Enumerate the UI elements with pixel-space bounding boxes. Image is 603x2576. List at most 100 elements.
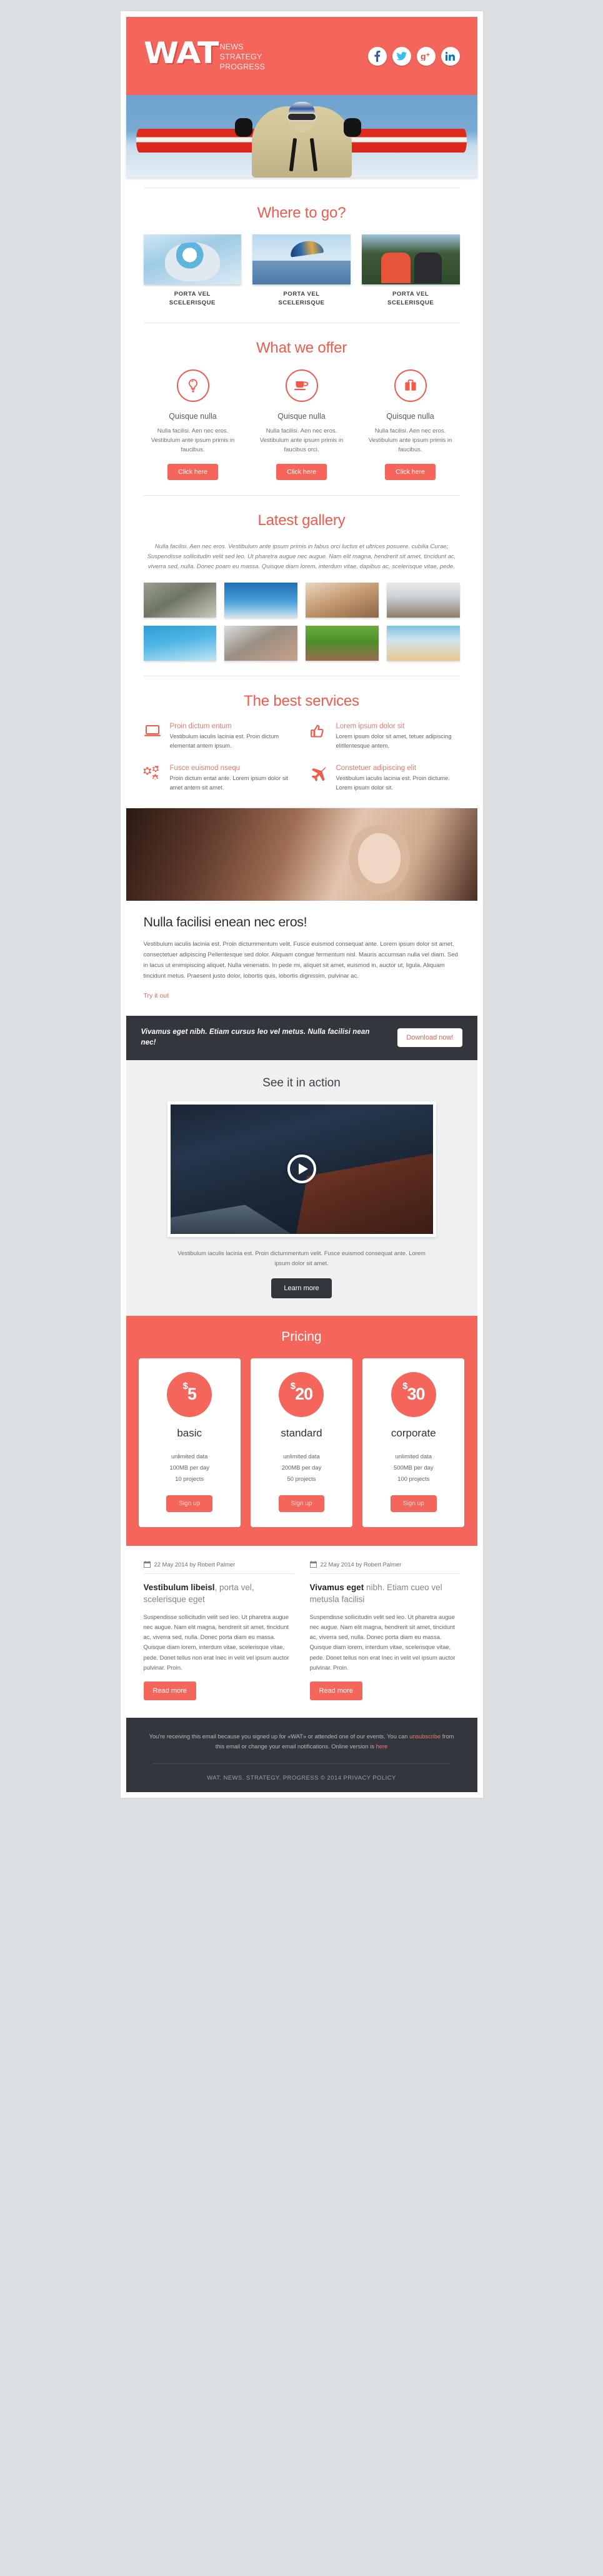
destination-caption: PORTA VEL SCELERISQUE — [252, 290, 351, 308]
destination-image-paraglider[interactable] — [252, 234, 351, 284]
article-heading: Nulla facilisi enean nec eros! — [143, 914, 307, 930]
destination-image-goggles-woman[interactable] — [143, 234, 242, 284]
briefcase-icon — [394, 369, 427, 402]
service-item: Lorem ipsum dolor sit Lorem ipsum dolor … — [310, 723, 460, 751]
sign-up-button[interactable]: Sign up — [390, 1495, 437, 1512]
destination-card[interactable]: PORTA VEL SCELERISQUE — [143, 234, 242, 308]
gallery-thumb-boxing-woman[interactable] — [224, 626, 297, 661]
video-section: See it in action Vestibulum iaculis laci… — [126, 1060, 477, 1316]
service-heading: Lorem ipsum dolor sit — [336, 723, 405, 731]
page-background: WAT NEWS STRATEGY PROGRESS g + Where to … — [0, 0, 603, 1808]
gallery-grid — [143, 583, 460, 661]
gallery-thumb-cyclist[interactable] — [143, 583, 217, 618]
gallery-thumb-swimmer[interactable] — [143, 626, 217, 661]
plan-feature: unlimited data — [171, 1452, 208, 1460]
plan-features: unlimited data 200MB per day 50 projects — [258, 1451, 345, 1485]
offer-row: Quisque nulla Nulla facilisi. Aen nec er… — [144, 369, 460, 480]
destination-image-couple-forest[interactable] — [361, 234, 460, 284]
hero-snowboarder-image — [126, 95, 477, 178]
price-badge: $20 — [279, 1371, 324, 1417]
plan-name: basic — [177, 1426, 202, 1439]
gallery-thumb-beach-woman[interactable] — [386, 626, 460, 661]
destination-caption-line1: PORTA VEL — [283, 291, 320, 298]
disclaimer-part1: You're receiving this email because you … — [149, 1733, 410, 1740]
service-item: Proin dictum entum Vestibulum iaculis la… — [144, 723, 294, 751]
plan-currency: $ — [182, 1381, 187, 1392]
destination-card[interactable]: PORTA VEL SCELERISQUE — [252, 234, 351, 308]
offer-click-here-button[interactable]: Click here — [167, 463, 218, 480]
sign-up-button[interactable]: Sign up — [166, 1495, 213, 1512]
here-link[interactable]: here — [376, 1743, 388, 1750]
cta-text: Vivamus eget nibh. Etiam cursus leo vel … — [141, 1028, 370, 1047]
offer-heading: Quisque nulla — [169, 411, 217, 421]
plan-feature: 100 projects — [397, 1475, 430, 1483]
facebook-icon[interactable] — [367, 46, 387, 66]
twitter-icon[interactable] — [392, 46, 411, 66]
learn-more-button[interactable]: Learn more — [271, 1278, 332, 1298]
plan-amount: 5 — [187, 1385, 197, 1404]
offer-click-here-button[interactable]: Click here — [385, 463, 436, 480]
offer-body: Nulla facilisi. Aen nec eros. Vestibulum… — [259, 427, 344, 454]
offer-body: Nulla facilisi. Aen nec eros. Vestibulum… — [368, 427, 452, 454]
gallery-thumb-paraglider[interactable] — [224, 583, 297, 618]
read-more-button[interactable]: Read more — [309, 1681, 362, 1700]
glove-left-shape — [234, 118, 252, 137]
snowboarder-goggles-shape — [286, 112, 317, 121]
price-badge: $30 — [391, 1371, 436, 1417]
destination-caption-line2: SCELERISQUE — [169, 299, 216, 306]
tagline-line-2: STRATEGY — [219, 53, 262, 61]
plan-feature: unlimited data — [395, 1452, 432, 1460]
pricing-title: Pricing — [281, 1329, 322, 1344]
plan-feature: 10 projects — [175, 1475, 204, 1483]
gallery-thumb-man-looking-up[interactable] — [386, 583, 460, 618]
post-meta-text: 22 May 2014 by Robert Palmer — [154, 1560, 236, 1568]
play-icon[interactable] — [287, 1155, 316, 1184]
plan-name: corporate — [391, 1426, 436, 1439]
pricing-plan-standard: $20 standard unlimited data 200MB per da… — [250, 1358, 353, 1527]
where-to-go-section: Where to go? PORTA VEL SCELERISQUE PORTA… — [126, 188, 477, 323]
offer-click-here-button[interactable]: Click here — [276, 463, 327, 480]
unsubscribe-link[interactable]: unsubscribe — [409, 1733, 441, 1740]
offer-heading: Quisque nulla — [386, 411, 434, 421]
post-title[interactable]: Vivamus eget nibh. Etiam cueo vel metusl… — [310, 1581, 460, 1605]
read-more-button[interactable]: Read more — [143, 1681, 196, 1700]
latest-gallery-section: Latest gallery Nulla facilisi. Aen nec e… — [126, 495, 477, 676]
service-body: Vestibulum iaculis lacinia est. Proin di… — [336, 775, 450, 791]
service-body: Proin dictum entat ante. Lorem ipsum dol… — [169, 775, 289, 791]
gallery-thumb-cricket-ball[interactable] — [306, 626, 379, 661]
video-thumbnail-alpine-resort[interactable] — [170, 1104, 433, 1234]
plan-feature: 50 projects — [287, 1475, 316, 1483]
services-grid: Proin dictum entum Vestibulum iaculis la… — [142, 723, 460, 793]
download-now-button[interactable]: Download now! — [397, 1028, 462, 1048]
plan-feature: unlimited data — [283, 1452, 320, 1460]
plan-amount: 30 — [407, 1385, 425, 1404]
lightbulb-icon — [176, 369, 209, 402]
try-it-out-link[interactable]: Try it out — [144, 992, 169, 1000]
service-heading: Proin dictum entum — [169, 723, 232, 731]
gallery-thumb-woman-hair[interactable] — [306, 583, 379, 618]
destination-card[interactable]: PORTA VEL SCELERISQUE — [361, 234, 460, 308]
social-links: g + — [367, 46, 460, 66]
airplane-icon — [310, 764, 329, 793]
post-meta: 22 May 2014 by Robert Palmer — [309, 1561, 460, 1573]
post-title-bold: Vivamus eget — [309, 1582, 364, 1592]
offer-heading: Quisque nulla — [277, 411, 326, 421]
tagline-line-1: NEWS — [219, 43, 244, 51]
linkedin-icon[interactable] — [441, 46, 460, 66]
footer-rule — [152, 1763, 451, 1764]
sign-up-button[interactable]: Sign up — [278, 1495, 325, 1512]
google-plus-icon[interactable]: g + — [416, 46, 436, 66]
gallery-lead-text: Nulla facilisi. Aen nec eros. Vestibulum… — [147, 543, 456, 570]
post-title[interactable]: Vestibulum libeisl, porta vel, scelerisq… — [144, 1581, 294, 1605]
plan-price: $30 — [402, 1381, 425, 1404]
what-we-offer-section: What we offer Quisque nulla Nulla facili… — [126, 323, 477, 495]
article-portrait-image — [126, 808, 477, 901]
article-body: Vestibulum iaculis lacinia est. Proin di… — [143, 940, 458, 980]
svg-text:+: + — [426, 52, 430, 59]
offer-card: Quisque nulla Nulla facilisi. Aen nec er… — [252, 369, 351, 480]
service-heading: Fusce euismod nsequ — [169, 764, 241, 773]
destination-caption: PORTA VEL SCELERISQUE — [144, 290, 242, 308]
pricing-plan-basic: $5 basic unlimited data 100MB per day 10… — [138, 1358, 241, 1527]
plan-price: $5 — [182, 1381, 197, 1404]
plan-currency: $ — [290, 1381, 296, 1392]
